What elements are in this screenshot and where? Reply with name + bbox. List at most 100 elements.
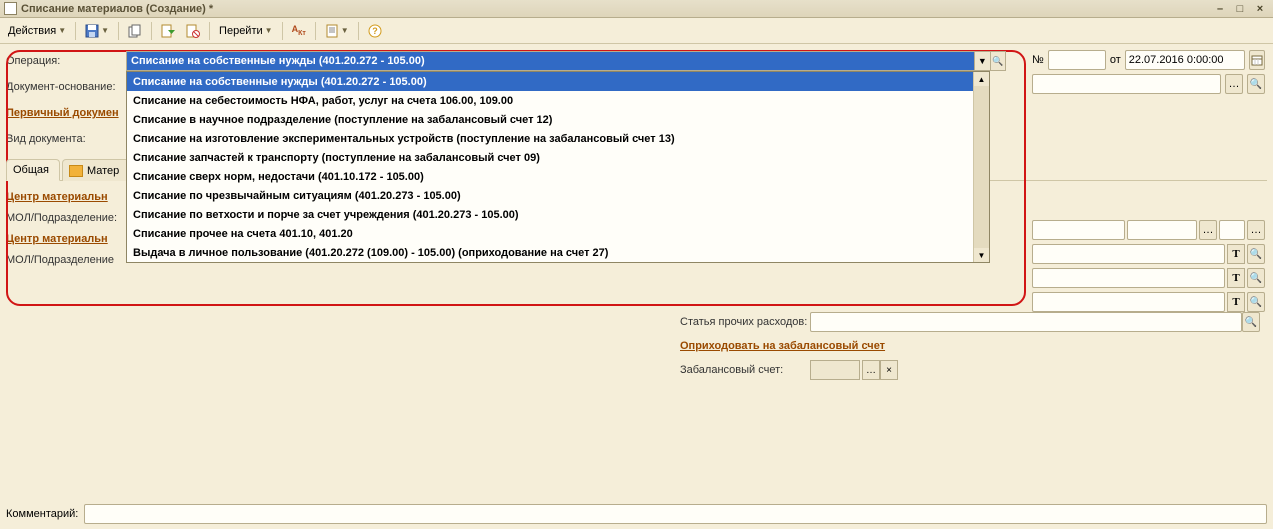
primary-doc-label[interactable]: Первичный докумен	[6, 107, 126, 119]
offbalance-account-label: Забалансовый счет:	[680, 364, 810, 376]
operation-dropdown-item[interactable]: Списание прочее на счета 401.10, 401.20	[127, 224, 973, 243]
basis-field[interactable]	[1032, 74, 1221, 94]
separator	[282, 22, 283, 40]
right-field-3[interactable]	[1032, 268, 1225, 288]
copy-button[interactable]	[124, 21, 146, 41]
right-field-3-search[interactable]	[1247, 268, 1265, 288]
right-field-1b[interactable]	[1127, 220, 1197, 240]
chevron-down-icon: ▼	[341, 26, 349, 35]
separator	[151, 22, 152, 40]
operation-dropdown-item[interactable]: Списание на себестоимость НФА, работ, ус…	[127, 91, 973, 110]
separator	[118, 22, 119, 40]
document-icon	[4, 2, 17, 15]
titlebar: Списание материалов (Создание) * – □ ×	[0, 0, 1273, 18]
save-icon	[85, 24, 99, 38]
close-button[interactable]: ×	[1251, 2, 1269, 16]
operation-selected: Списание на собственные нужды (401.20.27…	[131, 55, 425, 67]
post-icon	[161, 24, 175, 38]
right-field-1[interactable]	[1032, 220, 1125, 240]
tab-general-label: Общая	[13, 164, 49, 176]
window-title: Списание материалов (Создание) *	[21, 3, 1209, 15]
operation-dropdown-item[interactable]: Списание по чрезвычайным ситуациям (401.…	[127, 186, 973, 205]
right-field-1c[interactable]	[1219, 220, 1245, 240]
right-field-2-search[interactable]	[1247, 244, 1265, 264]
tab-materials-label: Матер	[87, 165, 119, 177]
comment-label: Комментарий:	[6, 508, 78, 520]
operation-dropdown-item[interactable]: Списание сверх норм, недостачи (401.10.1…	[127, 167, 973, 186]
minimize-button[interactable]: –	[1211, 2, 1229, 16]
calendar-button[interactable]	[1249, 50, 1265, 70]
text-button-2[interactable]: T	[1227, 244, 1245, 264]
separator	[358, 22, 359, 40]
unpost-button[interactable]	[182, 21, 204, 41]
operation-label: Операция:	[6, 55, 126, 67]
operation-dropdown-list: Списание на собственные нужды (401.20.27…	[126, 71, 990, 263]
doc-date-field[interactable]	[1125, 50, 1245, 70]
operation-dropdown-item[interactable]: Списание в научное подразделение (поступ…	[127, 110, 973, 129]
doc-number-field[interactable]	[1048, 50, 1106, 70]
chevron-down-icon: ▼	[101, 26, 109, 35]
number-label: №	[1032, 54, 1044, 66]
other-expenses-label: Статья прочих расходов:	[680, 316, 810, 328]
tab-materials[interactable]: Матер	[62, 159, 130, 181]
right-field-1c-more[interactable]: …	[1247, 220, 1265, 240]
copy-icon	[128, 24, 142, 38]
other-expenses-field[interactable]	[810, 312, 1242, 332]
offbalance-more-button[interactable]: …	[862, 360, 880, 380]
text-button-4[interactable]: T	[1227, 292, 1245, 312]
actions-label: Действия	[8, 25, 56, 37]
save-button[interactable]: ▼	[81, 21, 113, 41]
table-icon	[69, 165, 83, 177]
mol-label-1: МОЛ/Подразделение:	[6, 212, 146, 224]
help-icon: ?	[368, 24, 382, 38]
basis-search-button[interactable]	[1247, 74, 1265, 94]
operation-dropdown-item[interactable]: Выдача в личное пользование (401.20.272 …	[127, 243, 973, 262]
dropdown-scrollbar[interactable]: ▲ ▼	[973, 72, 989, 262]
scroll-up-button[interactable]: ▲	[974, 72, 989, 86]
goto-menu[interactable]: Перейти ▼	[215, 21, 277, 41]
right-field-4-search[interactable]	[1247, 292, 1265, 312]
svg-text:?: ?	[372, 26, 378, 36]
operation-dropdown-input[interactable]: Списание на собственные нужды (401.20.27…	[126, 51, 975, 71]
report-icon	[325, 24, 339, 38]
right-field-4[interactable]	[1032, 292, 1225, 312]
dtkt-button[interactable]: АКт	[288, 21, 310, 41]
from-label: от	[1110, 54, 1121, 66]
scroll-track[interactable]	[974, 86, 989, 248]
offbalance-clear-button[interactable]: ×	[880, 360, 898, 380]
goto-label: Перейти	[219, 25, 263, 37]
basis-more-button[interactable]: …	[1225, 74, 1243, 94]
operation-dropdown-item[interactable]: Списание на собственные нужды (401.20.27…	[127, 72, 973, 91]
calendar-icon	[1251, 54, 1263, 66]
operation-dropdown-item[interactable]: Списание на изготовление экспериментальн…	[127, 129, 973, 148]
operation-open-button[interactable]: 🔍	[991, 51, 1006, 71]
maximize-button[interactable]: □	[1231, 2, 1249, 16]
mol-label-2: МОЛ/Подразделение	[6, 254, 146, 266]
operation-dropdown-item[interactable]: Списание по ветхости и порче за счет учр…	[127, 205, 973, 224]
other-expenses-search[interactable]	[1242, 312, 1260, 332]
text-button-3[interactable]: T	[1227, 268, 1245, 288]
separator	[315, 22, 316, 40]
actions-menu[interactable]: Действия ▼	[4, 21, 70, 41]
operation-dropdown-item[interactable]: Списание запчастей к транспорту (поступл…	[127, 148, 973, 167]
chevron-down-icon: ▼	[58, 26, 66, 35]
toolbar: Действия ▼ ▼ Перейти ▼ АКт ▼	[0, 18, 1273, 44]
tab-general[interactable]: Общая	[6, 159, 60, 181]
comment-input[interactable]	[84, 504, 1267, 524]
separator	[209, 22, 210, 40]
right-field-1b-more[interactable]: …	[1199, 220, 1217, 240]
operation-dropdown-toggle[interactable]: ▼	[975, 51, 990, 71]
dtkt-icon: АКт	[292, 24, 306, 37]
scroll-down-button[interactable]: ▼	[974, 248, 989, 262]
unpost-icon	[186, 24, 200, 38]
report-button[interactable]: ▼	[321, 21, 353, 41]
separator	[75, 22, 76, 40]
doc-kind-label: Вид документа:	[6, 133, 126, 145]
doc-basis-label: Документ-основание:	[6, 81, 126, 93]
offbalance-account-field[interactable]	[810, 360, 860, 380]
chevron-down-icon: ▼	[265, 26, 273, 35]
help-button[interactable]: ?	[364, 21, 386, 41]
post-button[interactable]	[157, 21, 179, 41]
right-field-2[interactable]	[1032, 244, 1225, 264]
offbalance-head[interactable]: Оприходовать на забалансовый счет	[680, 340, 885, 352]
